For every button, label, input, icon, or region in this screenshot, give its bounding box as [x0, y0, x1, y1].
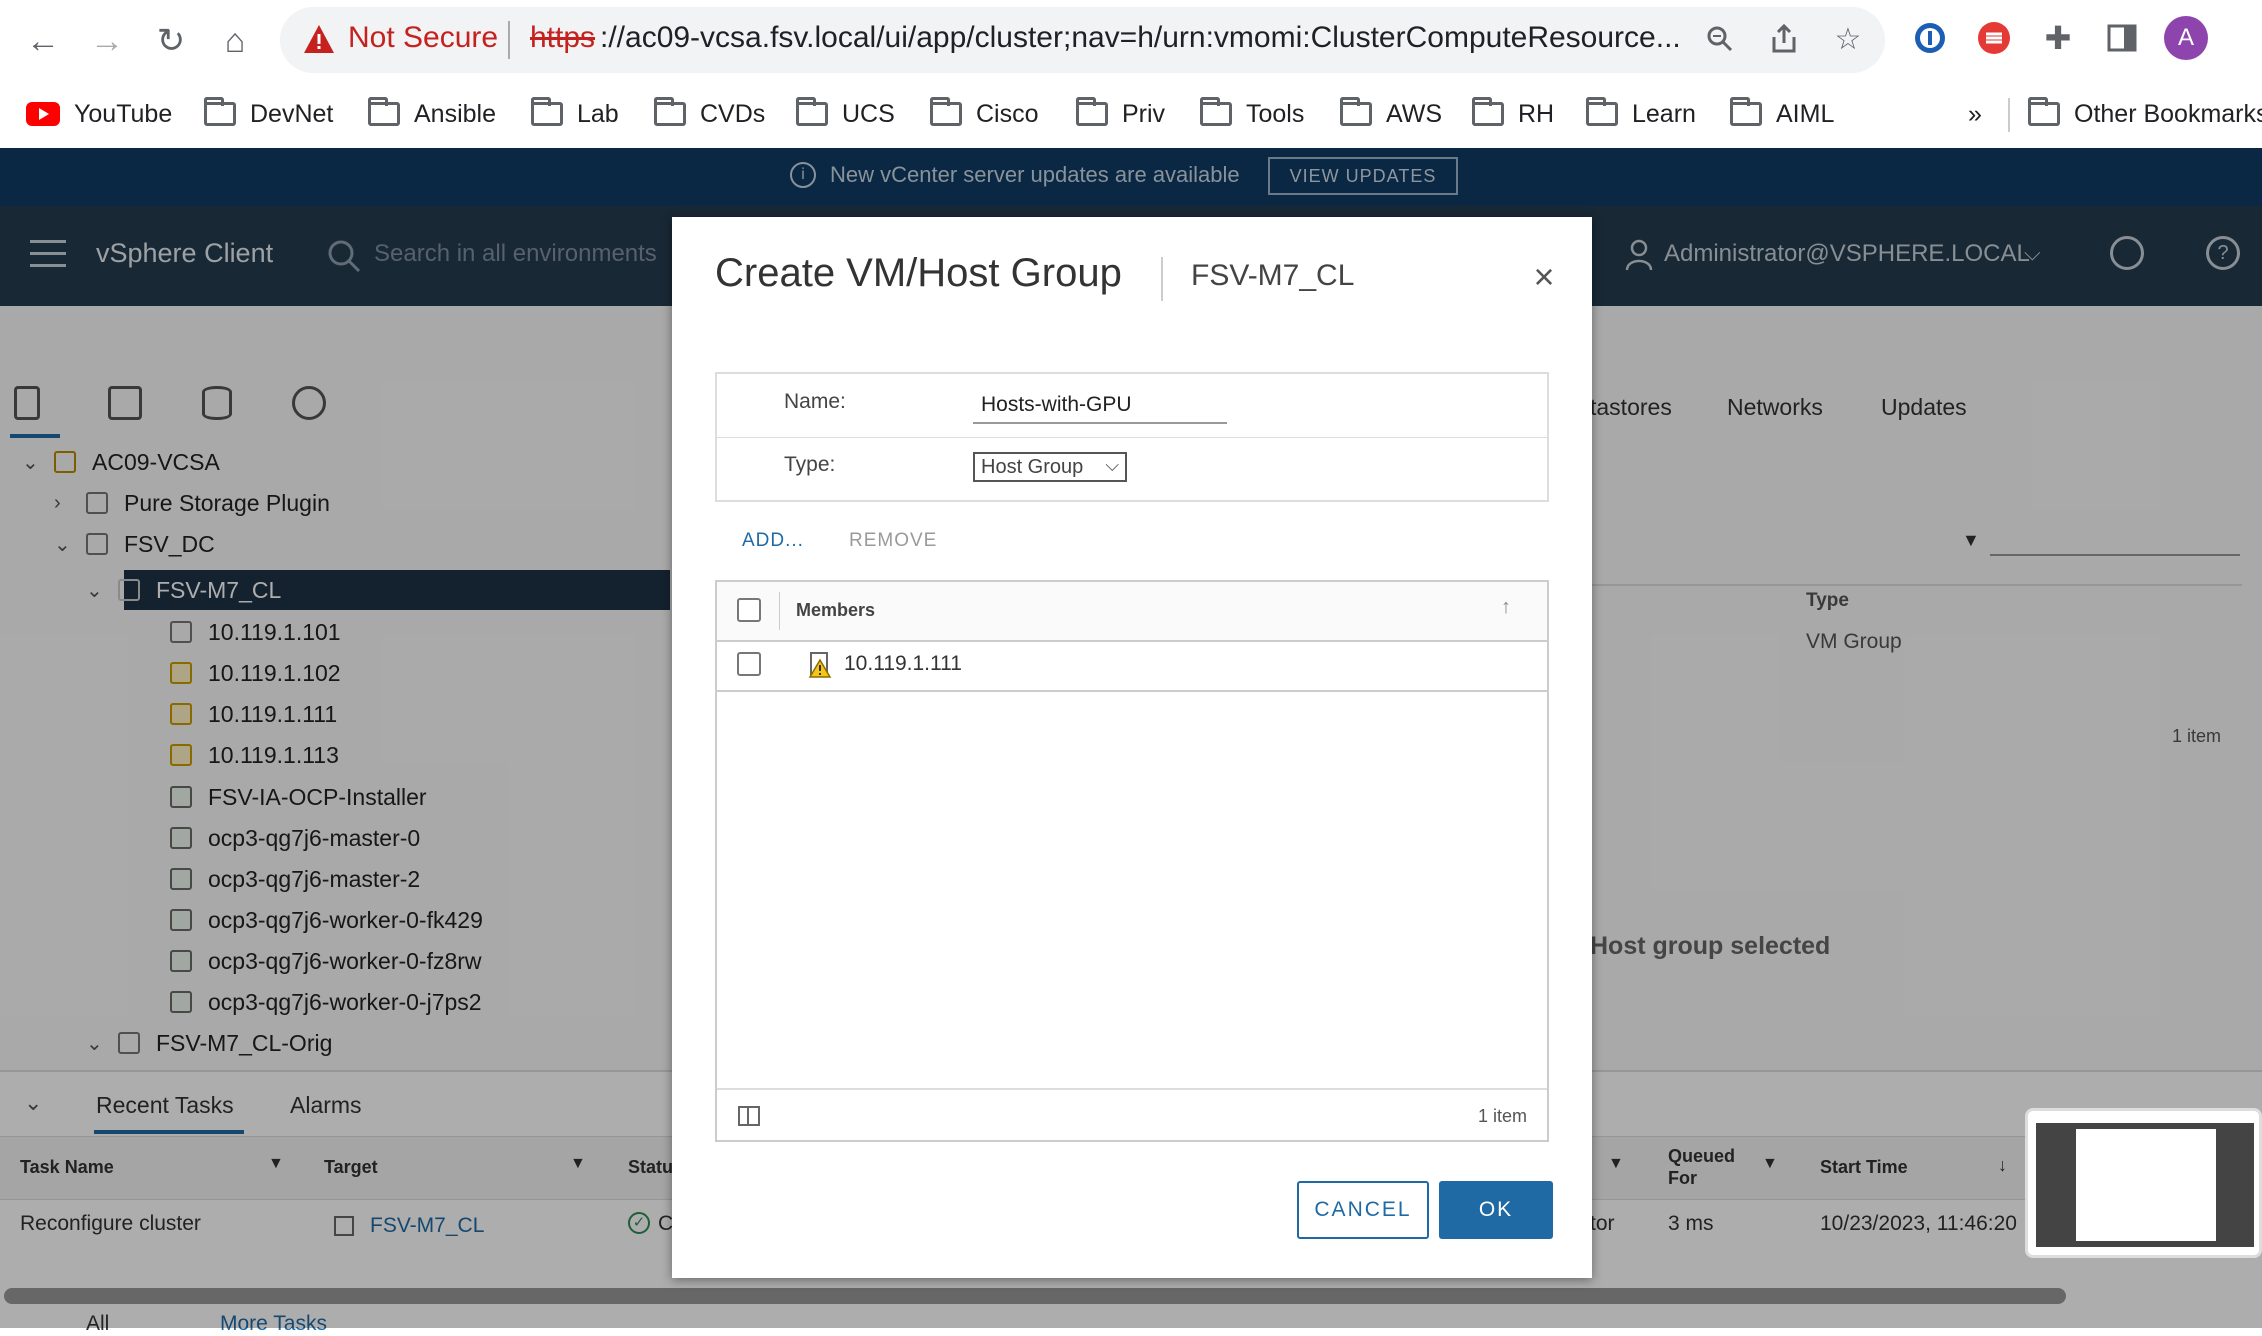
url-text[interactable]: ://ac09-vcsa.fsv.local/ui/app/cluster;na… — [600, 21, 1760, 55]
screenshot-thumbnail[interactable] — [2025, 1108, 2262, 1258]
bookmark-label: Ansible — [414, 99, 496, 128]
name-label: Name: — [784, 390, 846, 413]
address-bar[interactable]: Not Secure https ://ac09-vcsa.fsv.local/… — [280, 7, 1885, 73]
bookmark-ucs[interactable]: UCS — [796, 96, 895, 132]
home-icon[interactable]: ⌂ — [212, 18, 258, 64]
folder-icon — [930, 97, 962, 126]
password-manager-icon[interactable] — [1910, 18, 1950, 58]
member-name: 10.119.1.111 — [844, 652, 962, 675]
divider — [508, 21, 510, 59]
dialog-title: Create VM/Host Group — [715, 251, 1122, 295]
extensions-puzzle-icon[interactable]: ✚ — [2038, 18, 2078, 58]
bookmark-label: Tools — [1246, 99, 1305, 128]
type-label: Type: — [784, 453, 836, 476]
bookmark-aws[interactable]: AWS — [1340, 96, 1442, 132]
folder-icon — [1472, 97, 1504, 126]
bookmark-rh[interactable]: RH — [1472, 96, 1554, 132]
type-select-value: Host Group — [981, 455, 1084, 478]
folder-icon — [531, 97, 563, 126]
other-bookmarks[interactable]: Other Bookmarks — [2028, 96, 2262, 132]
folder-icon — [204, 97, 236, 126]
bookmark-label: Learn — [1632, 99, 1696, 128]
share-icon[interactable] — [1764, 19, 1804, 59]
bookmark-label: YouTube — [74, 99, 173, 128]
folder-icon — [796, 97, 828, 126]
more-bookmarks-button[interactable]: » — [1968, 96, 1982, 132]
warning-icon — [304, 25, 334, 53]
youtube-icon — [26, 102, 60, 126]
bookmark-lab[interactable]: Lab — [531, 96, 619, 132]
folder-icon — [368, 97, 400, 126]
thumbnail-dialog — [2076, 1129, 2216, 1241]
dialog-subtitle: FSV-M7_CL — [1191, 259, 1355, 292]
row-checkbox[interactable] — [737, 652, 761, 676]
members-column-header[interactable]: Members — [796, 600, 875, 621]
bookmark-cisco[interactable]: Cisco — [930, 96, 1039, 132]
divider — [1161, 257, 1163, 301]
bookmark-ansible[interactable]: Ansible — [368, 96, 496, 132]
folder-icon — [1076, 97, 1108, 126]
bookmark-label: AWS — [1386, 99, 1443, 128]
ok-button[interactable]: OK — [1439, 1181, 1553, 1239]
grid-header: Members ↑ — [717, 582, 1547, 642]
bookmark-label: AIML — [1776, 99, 1835, 128]
host-warning-icon — [808, 652, 832, 678]
create-vm-host-group-dialog: Create VM/Host Group FSV-M7_CL × Name: T… — [672, 217, 1592, 1278]
folder-icon — [654, 97, 686, 126]
folder-icon — [1200, 97, 1232, 126]
divider — [717, 437, 1547, 438]
item-count: 1 item — [1477, 1106, 1527, 1126]
bookmark-priv[interactable]: Priv — [1076, 96, 1165, 132]
table-row[interactable]: 10.119.1.111 — [717, 640, 1547, 692]
bookmark-youtube[interactable]: YouTube — [26, 96, 172, 132]
grid-footer: 1 item — [717, 1088, 1547, 1142]
side-panel-icon[interactable] — [2102, 18, 2142, 58]
bookmark-label: RH — [1518, 99, 1555, 128]
sort-up-icon[interactable]: ↑ — [1501, 596, 1511, 619]
zoom-icon[interactable] — [1700, 19, 1740, 59]
bookmark-tools[interactable]: Tools — [1200, 96, 1304, 132]
reload-icon[interactable]: ↻ — [148, 18, 194, 64]
divider — [2008, 98, 2010, 132]
folder-icon — [2028, 97, 2060, 126]
profile-avatar[interactable]: A — [2164, 16, 2208, 60]
type-select[interactable]: Host Group ⌵ — [973, 452, 1127, 482]
bookmark-label: Lab — [577, 99, 619, 128]
forward-icon[interactable]: → — [84, 18, 130, 64]
bookmark-learn[interactable]: Learn — [1586, 96, 1696, 132]
bookmark-label: DevNet — [250, 99, 334, 128]
divider — [779, 592, 780, 630]
folder-icon — [1730, 97, 1762, 126]
not-secure-label[interactable]: Not Secure — [348, 21, 498, 55]
group-form: Name: Type: Host Group ⌵ — [715, 372, 1549, 502]
column-toggle-icon[interactable] — [738, 1106, 760, 1126]
bookmark-label: CVDs — [700, 99, 766, 128]
remove-members-button[interactable]: REMOVE — [849, 530, 937, 552]
bookmarks-bar: YouTube DevNet Ansible Lab CVDs UCS Cisc… — [0, 82, 2262, 149]
folder-icon — [1340, 97, 1372, 126]
url-scheme: https — [530, 21, 596, 54]
chevron-down-icon: ⌵ — [1105, 455, 1119, 475]
close-icon[interactable]: × — [1526, 259, 1562, 295]
members-grid: Members ↑ 10.119.1.111 1 item — [715, 580, 1549, 1142]
bookmark-star-icon[interactable]: ☆ — [1828, 19, 1868, 59]
bookmark-aiml[interactable]: AIML — [1730, 96, 1834, 132]
back-icon[interactable]: ← — [20, 18, 66, 64]
bookmark-cvds[interactable]: CVDs — [654, 96, 765, 132]
bookmark-label: Cisco — [976, 99, 1039, 128]
browser-toolbar: ← → ↻ ⌂ Not Secure https ://ac09-vcsa.fs… — [0, 0, 2262, 82]
name-field[interactable] — [973, 388, 1227, 424]
select-all-checkbox[interactable] — [737, 598, 761, 622]
bookmark-label: Other Bookmarks — [2074, 99, 2262, 128]
bookmark-devnet[interactable]: DevNet — [204, 96, 333, 132]
bookmark-label: Priv — [1122, 99, 1166, 128]
folder-icon — [1586, 97, 1618, 126]
add-members-button[interactable]: ADD... — [742, 530, 804, 552]
bookmark-label: UCS — [842, 99, 895, 128]
cancel-button[interactable]: CANCEL — [1297, 1181, 1429, 1239]
extension-red-icon[interactable] — [1974, 18, 2014, 58]
